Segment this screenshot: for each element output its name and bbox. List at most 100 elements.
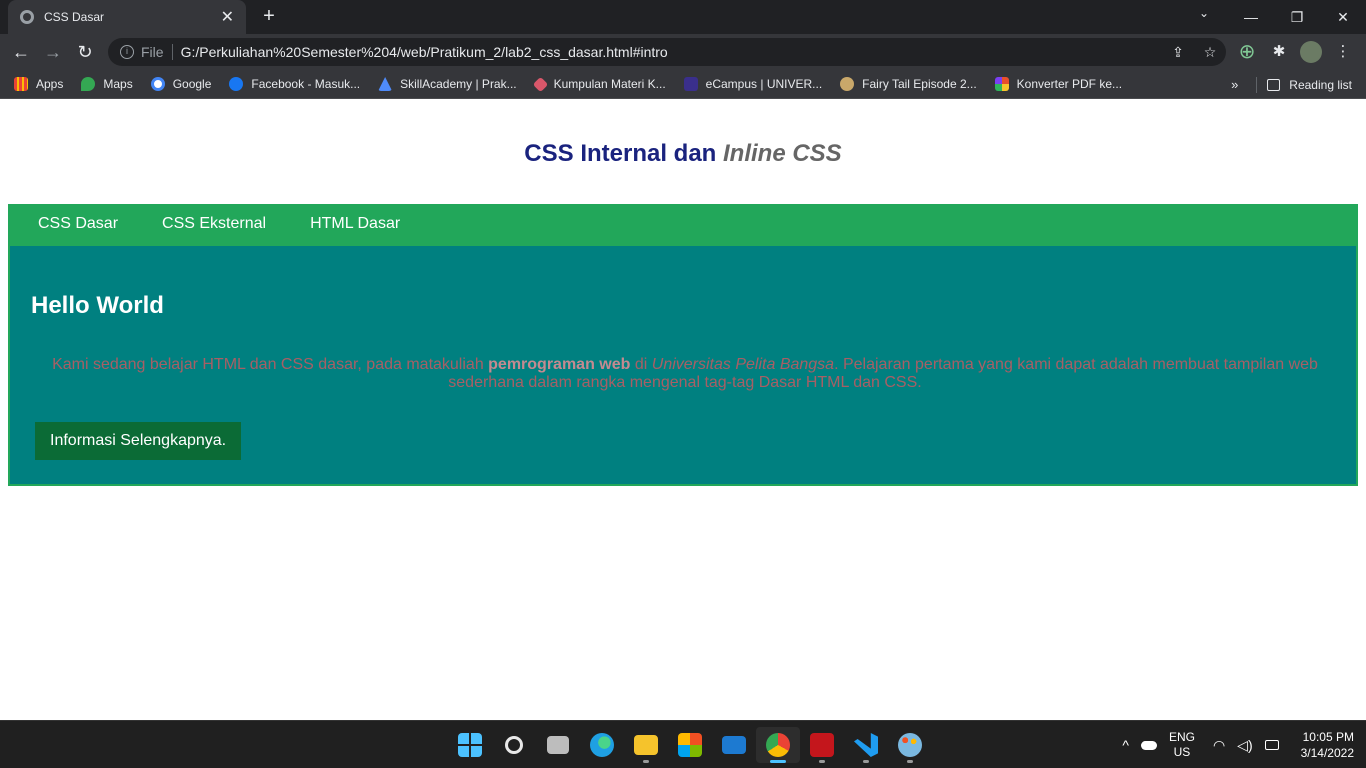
window-controls: — ❐ ✕ [1228,0,1366,34]
add-extension-icon[interactable]: ⊕ [1236,41,1258,63]
taskbar-store[interactable] [668,727,712,763]
bookmark-label: SkillAcademy | Prak... [400,77,517,91]
toolbar-right: ⊕ ✱ ⋮ [1236,41,1354,63]
bookmark-skillacademy[interactable]: SkillAcademy | Prak... [378,77,517,91]
browser-tab-bar: CSS Dasar ✕ + ⌄ — ❐ ✕ [0,0,1366,34]
hero-text-italic: Universitas Pelita Bangsa [651,356,835,373]
bookmark-konverter-pdf[interactable]: Konverter PDF ke... [994,77,1123,91]
fairy-tail-icon [840,77,855,91]
url-text[interactable]: G:/Perkuliahan%20Semester%204/web/Pratik… [181,44,1162,60]
clock-time: 10:05 PM [1302,730,1354,744]
reading-list-button[interactable]: Reading list [1289,78,1352,92]
forward-button[interactable]: → [42,41,64,63]
browser-toolbar: ← → ↻ i File G:/Perkuliahan%20Semester%2… [0,34,1366,70]
edge-icon [590,733,614,757]
tab-search-icon[interactable]: ⌄ [1192,6,1216,26]
bookmark-facebook[interactable]: Facebook - Masuk... [229,77,360,91]
bookmark-label: Apps [36,77,64,91]
acrobat-icon [810,733,834,757]
bookmark-kumpulan-materi[interactable]: Kumpulan Materi K... [532,76,666,92]
omnibox-divider [171,44,173,60]
bookmark-apps[interactable]: Apps [14,77,63,91]
taskbar-edge[interactable] [580,727,624,763]
taskbar-apps [448,727,932,763]
share-icon[interactable]: ⇪ [1162,44,1194,61]
hero-heading: Hello World [31,292,164,319]
running-indicator [643,760,649,763]
system-tray: ^ ENG US ◠ ◁) 10:05 PM 3/14/2022 [1122,721,1354,768]
running-indicator [819,760,825,763]
ecampus-icon [683,77,698,91]
bookmark-label: Konverter PDF ke... [1016,77,1123,91]
lang-code: ENG [1168,730,1195,744]
taskbar-search[interactable] [492,727,536,763]
restore-button[interactable]: ❐ [1274,0,1320,34]
browser-tab-active[interactable]: CSS Dasar ✕ [8,0,246,34]
wifi-icon[interactable]: ◠ [1213,737,1225,754]
materi-icon [532,76,548,92]
bookmark-google[interactable]: Google [150,77,212,91]
volume-icon[interactable]: ◁) [1237,737,1252,754]
apps-grid-icon [14,77,28,91]
bookmark-ecampus[interactable]: eCampus | UNIVER... [683,77,822,91]
back-button[interactable]: ← [10,41,32,63]
start-button[interactable] [448,727,492,763]
puzzle-icon[interactable]: ✱ [1268,41,1290,63]
skillacademy-icon [378,77,393,91]
language-indicator[interactable]: ENG US [1169,730,1195,760]
minimize-button[interactable]: — [1228,0,1274,34]
paint-icon [898,733,922,757]
facebook-icon [229,77,244,91]
chrome-icon [766,733,790,757]
bookmark-label: Kumpulan Materi K... [553,77,666,91]
bookmark-fairy-tail[interactable]: Fairy Tail Episode 2... [840,77,977,91]
tab-close-icon[interactable]: ✕ [221,7,234,27]
hero-text-2: di [630,356,652,373]
onedrive-cloud-icon[interactable] [1140,740,1157,750]
profile-avatar[interactable] [1300,41,1322,63]
taskbar-mail[interactable] [712,727,756,763]
taskbar-file-explorer[interactable] [624,727,668,763]
bookmark-maps[interactable]: Maps [81,77,133,91]
running-indicator [907,760,913,763]
bookmark-label: Google [172,77,212,91]
konverter-icon [994,77,1009,91]
globe-icon [20,10,34,24]
search-icon [505,736,523,754]
nav-link-css-eksternal[interactable]: CSS Eksternal [140,215,288,233]
task-view-button[interactable] [536,727,580,763]
address-bar[interactable]: i File G:/Perkuliahan%20Semester%204/web… [108,38,1226,66]
more-info-button[interactable]: Informasi Selengkapnya. [35,422,242,460]
google-icon [150,77,165,91]
bookmark-star-icon[interactable]: ☆ [1194,44,1226,61]
store-icon [678,733,702,757]
hero-section: Hello World Kami sedang belajar HTML dan… [8,244,1358,486]
hero-paragraph: Kami sedang belajar HTML dan CSS dasar, … [50,356,1320,392]
maps-pin-icon [81,77,96,91]
taskbar-acrobat[interactable] [800,727,844,763]
bookmark-label: Fairy Tail Episode 2... [862,77,977,91]
reading-list-icon [1267,78,1281,91]
info-icon[interactable]: i [120,45,134,59]
hero-text-bold: pemrograman web [488,356,631,373]
windows-taskbar: ^ ENG US ◠ ◁) 10:05 PM 3/14/2022 [0,720,1366,768]
page-title: CSS Internal dan Inline CSS [0,140,1366,168]
taskbar-chrome[interactable] [756,727,800,763]
bookmarks-divider [1256,76,1258,93]
nav-link-html-dasar[interactable]: HTML Dasar [288,215,422,233]
scheme-label: File [141,44,164,60]
reload-button[interactable]: ↻ [74,41,96,63]
clock[interactable]: 10:05 PM 3/14/2022 [1301,729,1354,761]
menu-icon[interactable]: ⋮ [1332,41,1354,63]
more-bookmarks-icon[interactable]: » [1231,77,1238,92]
tab-title: CSS Dasar [44,10,105,24]
tray-chevron-icon[interactable]: ^ [1122,737,1129,753]
windows-logo-icon [458,733,482,757]
battery-icon[interactable] [1264,740,1279,750]
close-window-button[interactable]: ✕ [1320,0,1366,34]
new-tab-button[interactable]: + [258,6,280,28]
taskbar-paint[interactable] [888,727,932,763]
web-page: CSS Internal dan Inline CSS CSS Dasar CS… [0,100,1366,720]
nav-link-css-dasar[interactable]: CSS Dasar [16,215,140,233]
taskbar-vscode[interactable] [844,727,888,763]
